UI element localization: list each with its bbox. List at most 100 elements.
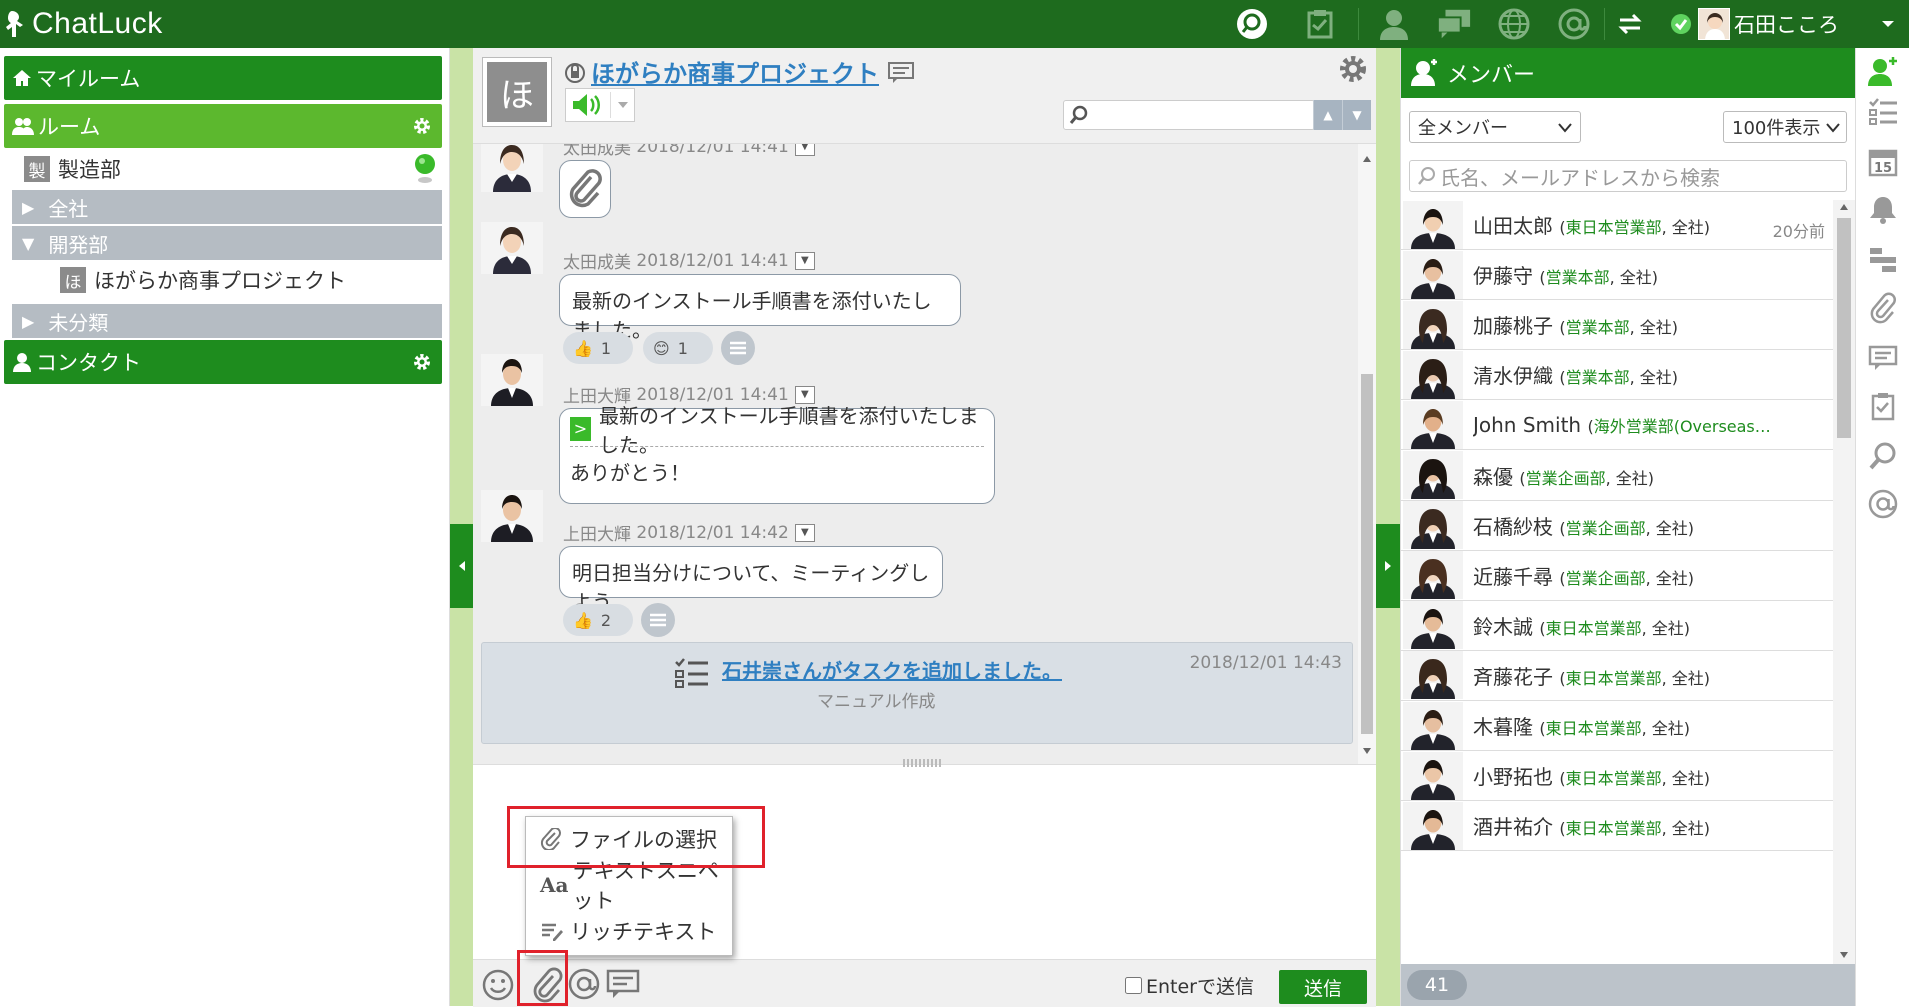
member-row[interactable]: 斉藤花子 (東日本営業部, 全社)	[1401, 651, 1833, 701]
chat-search-icon[interactable]	[1234, 6, 1270, 42]
resize-grip[interactable]	[903, 759, 943, 767]
member-row[interactable]: John Smith (海外営業部(Overseas…	[1401, 400, 1833, 451]
send-button[interactable]: 送信	[1279, 970, 1367, 1004]
reaction-smile[interactable]: 😊 1	[643, 332, 713, 364]
group-zensha[interactable]: ▶ 全社	[12, 190, 442, 224]
room-title-link[interactable]: ほがらか商事プロジェクト	[565, 54, 915, 89]
avatar[interactable]	[1403, 551, 1463, 600]
messages-icon[interactable]	[1436, 6, 1472, 42]
notification-sound-select[interactable]	[565, 88, 635, 122]
menu-item-rich-text[interactable]: リッチテキスト	[540, 911, 716, 951]
member-search-input[interactable]: 氏名、メールアドレスから検索	[1409, 160, 1847, 192]
collapse-left-button[interactable]	[450, 524, 474, 608]
task-title-link[interactable]: 石井崇さんがタスクを追加しました。	[722, 655, 1062, 684]
scrollbar-thumb[interactable]	[1361, 374, 1373, 734]
page-size-select[interactable]: 100件表示	[1723, 111, 1847, 143]
room-hogaraka[interactable]: ほ ほがらか商事プロジェクト	[48, 262, 442, 298]
avatar[interactable]	[1403, 350, 1463, 399]
scroll-down-icon[interactable]	[1363, 748, 1371, 754]
sidebar-item-contacts[interactable]: コンタクト	[4, 340, 442, 384]
member-row[interactable]: 鈴木誠 (東日本営業部, 全社)	[1401, 601, 1833, 651]
member-row[interactable]: 石橋紗枝 (営業企画部, 全社)	[1401, 501, 1833, 551]
avatar[interactable]	[1403, 601, 1463, 650]
member-row[interactable]: 山田太郎 (東日本営業部, 全社) 20分前	[1401, 200, 1833, 250]
reaction-menu-button[interactable]	[641, 603, 675, 637]
member-row[interactable]: 加藤桃子 (営業本部, 全社)	[1401, 300, 1833, 351]
message-list[interactable]: 太田成美 2018/12/01 14:41 ▼ 太田成美 2018/12/01 …	[473, 144, 1363, 764]
enter-to-send-checkbox[interactable]	[1125, 977, 1142, 994]
member-list[interactable]: 山田太郎 (東日本営業部, 全社) 20分前 伊藤守 (営業本部, 全社) 加藤桃子 …	[1401, 200, 1833, 964]
gear-icon[interactable]	[1338, 54, 1368, 84]
search-prev-button[interactable]: ▲	[1313, 100, 1342, 130]
avatar[interactable]	[1403, 501, 1463, 550]
globe-icon[interactable]	[1496, 6, 1532, 42]
avatar[interactable]	[481, 490, 543, 542]
member-row[interactable]: 森優 (営業企画部, 全社)	[1401, 451, 1833, 501]
avatar[interactable]	[1403, 801, 1463, 850]
sidebar-item-rooms[interactable]: ルーム	[4, 104, 442, 148]
gear-icon[interactable]	[412, 352, 432, 372]
contact-icon[interactable]	[1376, 6, 1412, 42]
quote-message-icon[interactable]	[605, 968, 641, 1002]
rail-clipboard-icon[interactable]	[1865, 388, 1901, 424]
room-seizo[interactable]: 製 製造部	[24, 154, 442, 184]
collapse-right-button[interactable]	[1376, 524, 1400, 608]
message-bubble[interactable]: 明日担当分けについて、ミーティングしよう。	[559, 546, 943, 614]
member-row[interactable]: 酒井祐介 (東日本営業部, 全社)	[1401, 801, 1833, 852]
emoji-icon[interactable]	[481, 968, 515, 1002]
app-logo[interactable]: ChatLuck	[6, 6, 163, 42]
group-mibunrui[interactable]: ▶ 未分類	[12, 304, 442, 338]
group-kaihatsu[interactable]: ▼ 開発部	[12, 226, 442, 260]
message-scrollbar[interactable]	[1358, 144, 1376, 764]
scroll-down-icon[interactable]	[1840, 952, 1848, 958]
reaction-thumbs-up[interactable]: 👍 2	[563, 604, 633, 636]
avatar[interactable]	[1403, 451, 1463, 499]
gear-icon[interactable]	[412, 116, 432, 136]
message-menu-button[interactable]: ▼	[794, 144, 815, 156]
menu-item-text-snippet[interactable]: Aa テキストスニペット	[540, 859, 732, 913]
rail-members-icon[interactable]	[1865, 54, 1901, 90]
reaction-menu-button[interactable]	[721, 331, 755, 365]
rail-paperclip-icon[interactable]	[1865, 290, 1901, 326]
rail-bell-icon[interactable]	[1865, 192, 1901, 228]
message-bubble[interactable]: 最新のインストール手順書を添付いたしました。	[559, 274, 961, 342]
rail-mention-icon[interactable]	[1865, 486, 1901, 522]
rail-calendar-icon[interactable]: 15	[1865, 144, 1901, 180]
avatar[interactable]	[1403, 200, 1463, 249]
member-row[interactable]: 木暮隆 (東日本営業部, 全社)	[1401, 701, 1833, 751]
mention-icon[interactable]	[1556, 6, 1592, 42]
message-bubble[interactable]: > 最新のインストール手順書を添付いたしました。 ありがとう！	[559, 404, 995, 504]
message-menu-button[interactable]: ▼	[794, 523, 815, 542]
user-menu[interactable]: 石田こころ	[1670, 7, 1839, 41]
member-row[interactable]: 伊藤守 (営業本部, 全社)	[1401, 250, 1833, 301]
member-row[interactable]: 小野拓也 (東日本営業部, 全社)	[1401, 751, 1833, 802]
avatar[interactable]	[1403, 751, 1463, 800]
enter-to-send-toggle[interactable]: Enterで送信	[1125, 972, 1254, 999]
search-next-button[interactable]: ▼	[1342, 100, 1371, 130]
avatar[interactable]	[1403, 250, 1463, 299]
member-row[interactable]: 清水伊織 (営業本部, 全社)	[1401, 350, 1833, 401]
scroll-up-icon[interactable]	[1840, 204, 1848, 210]
rail-search-icon[interactable]	[1865, 438, 1901, 474]
reaction-thumbs-up[interactable]: 👍 1	[563, 332, 633, 364]
avatar[interactable]	[481, 144, 543, 192]
sidebar-item-myroom[interactable]: マイルーム	[4, 56, 442, 100]
attachment-bubble[interactable]	[559, 160, 611, 218]
avatar[interactable]	[1403, 651, 1463, 700]
switch-icon[interactable]	[1612, 6, 1648, 42]
avatar[interactable]	[1403, 300, 1463, 349]
avatar[interactable]	[481, 354, 543, 406]
rail-chat-icon[interactable]	[1865, 340, 1901, 376]
avatar[interactable]	[481, 222, 543, 274]
mention-icon[interactable]	[567, 967, 601, 1001]
rail-task-icon[interactable]	[1865, 94, 1901, 130]
message-menu-button[interactable]: ▼	[794, 251, 815, 270]
chat-search-input[interactable]	[1063, 100, 1315, 130]
chevron-down-icon[interactable]	[1870, 6, 1906, 42]
avatar[interactable]	[1403, 400, 1463, 449]
room-chat-icon[interactable]	[887, 60, 915, 84]
member-row[interactable]: 近藤千尋 (営業企画部, 全社)	[1401, 551, 1833, 601]
member-filter-select[interactable]: 全メンバー	[1409, 111, 1581, 143]
rail-timeline-icon[interactable]	[1865, 242, 1901, 278]
member-scrollbar[interactable]	[1833, 200, 1855, 964]
